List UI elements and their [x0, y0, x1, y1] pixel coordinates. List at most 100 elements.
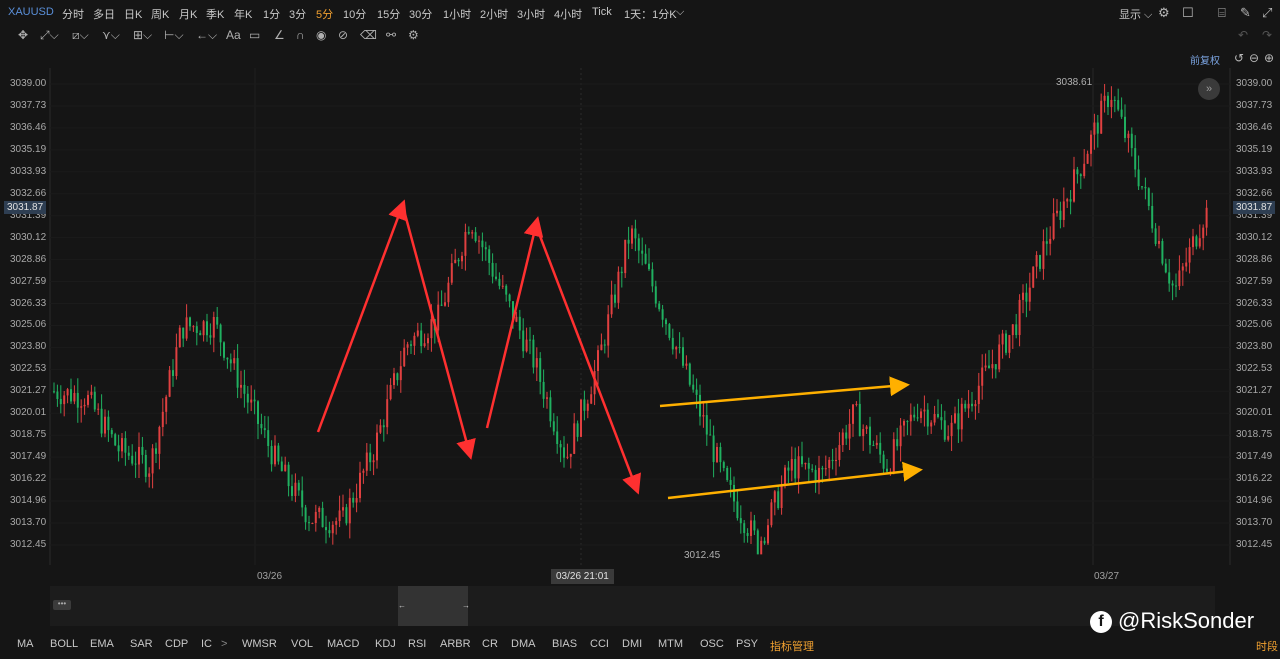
candle-body [1107, 95, 1109, 108]
candle-body [457, 259, 460, 262]
indicator-tab[interactable]: ARBR [440, 638, 471, 650]
candle-body [399, 366, 402, 381]
candle-body [1154, 228, 1157, 244]
indicator-tab[interactable]: PSY [736, 638, 758, 650]
navigator-left-handle[interactable]: ← [398, 601, 406, 610]
indicator-tab[interactable]: RSI [408, 638, 426, 650]
candle-body [396, 373, 399, 381]
candle-body [1090, 134, 1092, 154]
candle-body [984, 365, 987, 368]
candlestick-chart[interactable] [0, 0, 1280, 659]
red-arrow-up-2 [485, 216, 544, 429]
candle-body [1113, 99, 1116, 101]
y-label-left: 3026.33 [10, 297, 47, 309]
candle-body [1202, 227, 1205, 239]
candle-body [1062, 201, 1065, 220]
candle-body [1069, 199, 1072, 202]
candle-body [518, 316, 521, 331]
candle-body [151, 448, 154, 474]
indicator-tab[interactable]: VOL [291, 638, 313, 650]
candle-body [539, 358, 542, 382]
candle-body [695, 389, 698, 395]
candle-body [321, 507, 324, 528]
candle-body [308, 522, 310, 524]
candle-body [110, 430, 113, 435]
indicator-tab[interactable]: DMA [511, 638, 535, 650]
y-label-right: 3012.45 [1236, 538, 1273, 550]
candle-body [739, 518, 742, 524]
navigator-right-handle[interactable]: → [462, 601, 470, 610]
candle-body [328, 530, 331, 534]
candle-body [1015, 324, 1018, 336]
candle-body [1181, 266, 1184, 271]
indicator-tab[interactable]: CR [482, 638, 498, 650]
candle-body [542, 381, 545, 399]
candle-body [335, 521, 338, 525]
indicator-tab[interactable]: OSC [700, 638, 724, 650]
indicator-tab[interactable]: MACD [327, 638, 359, 650]
y-label-left: 3036.46 [10, 121, 47, 133]
expand-panel-button[interactable]: » [1198, 78, 1220, 100]
candle-body [63, 395, 66, 405]
navigator-more-icon[interactable]: ••• [53, 600, 71, 610]
candle-body [270, 446, 273, 465]
candle-body [304, 507, 307, 523]
candle-body [899, 425, 902, 447]
candle-body [879, 442, 882, 455]
indicator-tab[interactable]: SAR [130, 638, 153, 650]
indicator-manage-link[interactable]: 指标管理 [770, 638, 814, 654]
candle-body [240, 384, 242, 388]
candle-body [729, 480, 732, 485]
watermark-text: @RiskSonder [1118, 608, 1255, 633]
indicator-tab[interactable]: BIAS [552, 638, 577, 650]
candle-body [709, 434, 712, 436]
indicator-tab[interactable]: KDJ [375, 638, 396, 650]
candle-body [97, 408, 100, 410]
indicator-tab[interactable]: IC [201, 638, 212, 650]
candle-body [447, 282, 450, 303]
candle-body [566, 456, 569, 458]
time-navigator[interactable] [50, 586, 1215, 626]
candle-body [189, 317, 191, 327]
candle-body [478, 240, 480, 242]
candle-body [661, 309, 664, 320]
candle-body [923, 409, 926, 412]
indicator-tab[interactable]: CDP [165, 638, 188, 650]
candle-body [1110, 99, 1113, 108]
current-price-tag-right: 3031.87 [1233, 201, 1276, 214]
candle-body [318, 507, 321, 512]
navigator-window[interactable] [398, 586, 468, 626]
candle-body [787, 467, 790, 471]
candle-body [614, 294, 616, 303]
indicator-tab[interactable]: CCI [590, 638, 609, 650]
y-label-right: 3017.49 [1236, 451, 1273, 463]
indicator-tab[interactable]: BOLL [50, 638, 78, 650]
candle-body [580, 399, 582, 437]
indicator-tab[interactable]: DMI [622, 638, 642, 650]
candle-body [1164, 263, 1167, 273]
candle-body [886, 468, 888, 472]
candle-body [1124, 116, 1126, 138]
indicator-tab[interactable]: MTM [658, 638, 683, 650]
indicator-scroll-chevron-icon[interactable]: > [221, 638, 227, 650]
candle-body [131, 455, 134, 464]
indicator-tab[interactable]: WMSR [242, 638, 277, 650]
candle-body [233, 358, 236, 364]
y-label-left: 3014.96 [10, 495, 47, 507]
candle-body [1130, 133, 1133, 149]
candle-body [801, 456, 803, 465]
indicator-tab[interactable]: MA [17, 638, 34, 650]
candle-body [716, 446, 718, 463]
candle-body [777, 491, 780, 508]
candle-body [821, 467, 824, 470]
candle-body [168, 370, 171, 397]
candle-body [977, 385, 980, 405]
period-label[interactable]: 时段 [1256, 638, 1278, 654]
candle-body [372, 460, 375, 463]
indicator-tab[interactable]: EMA [90, 638, 114, 650]
candle-body [804, 462, 807, 465]
candle-body [134, 463, 137, 465]
y-label-right: 3033.93 [1236, 165, 1273, 177]
candle-body [93, 391, 96, 410]
candle-body [950, 422, 953, 437]
